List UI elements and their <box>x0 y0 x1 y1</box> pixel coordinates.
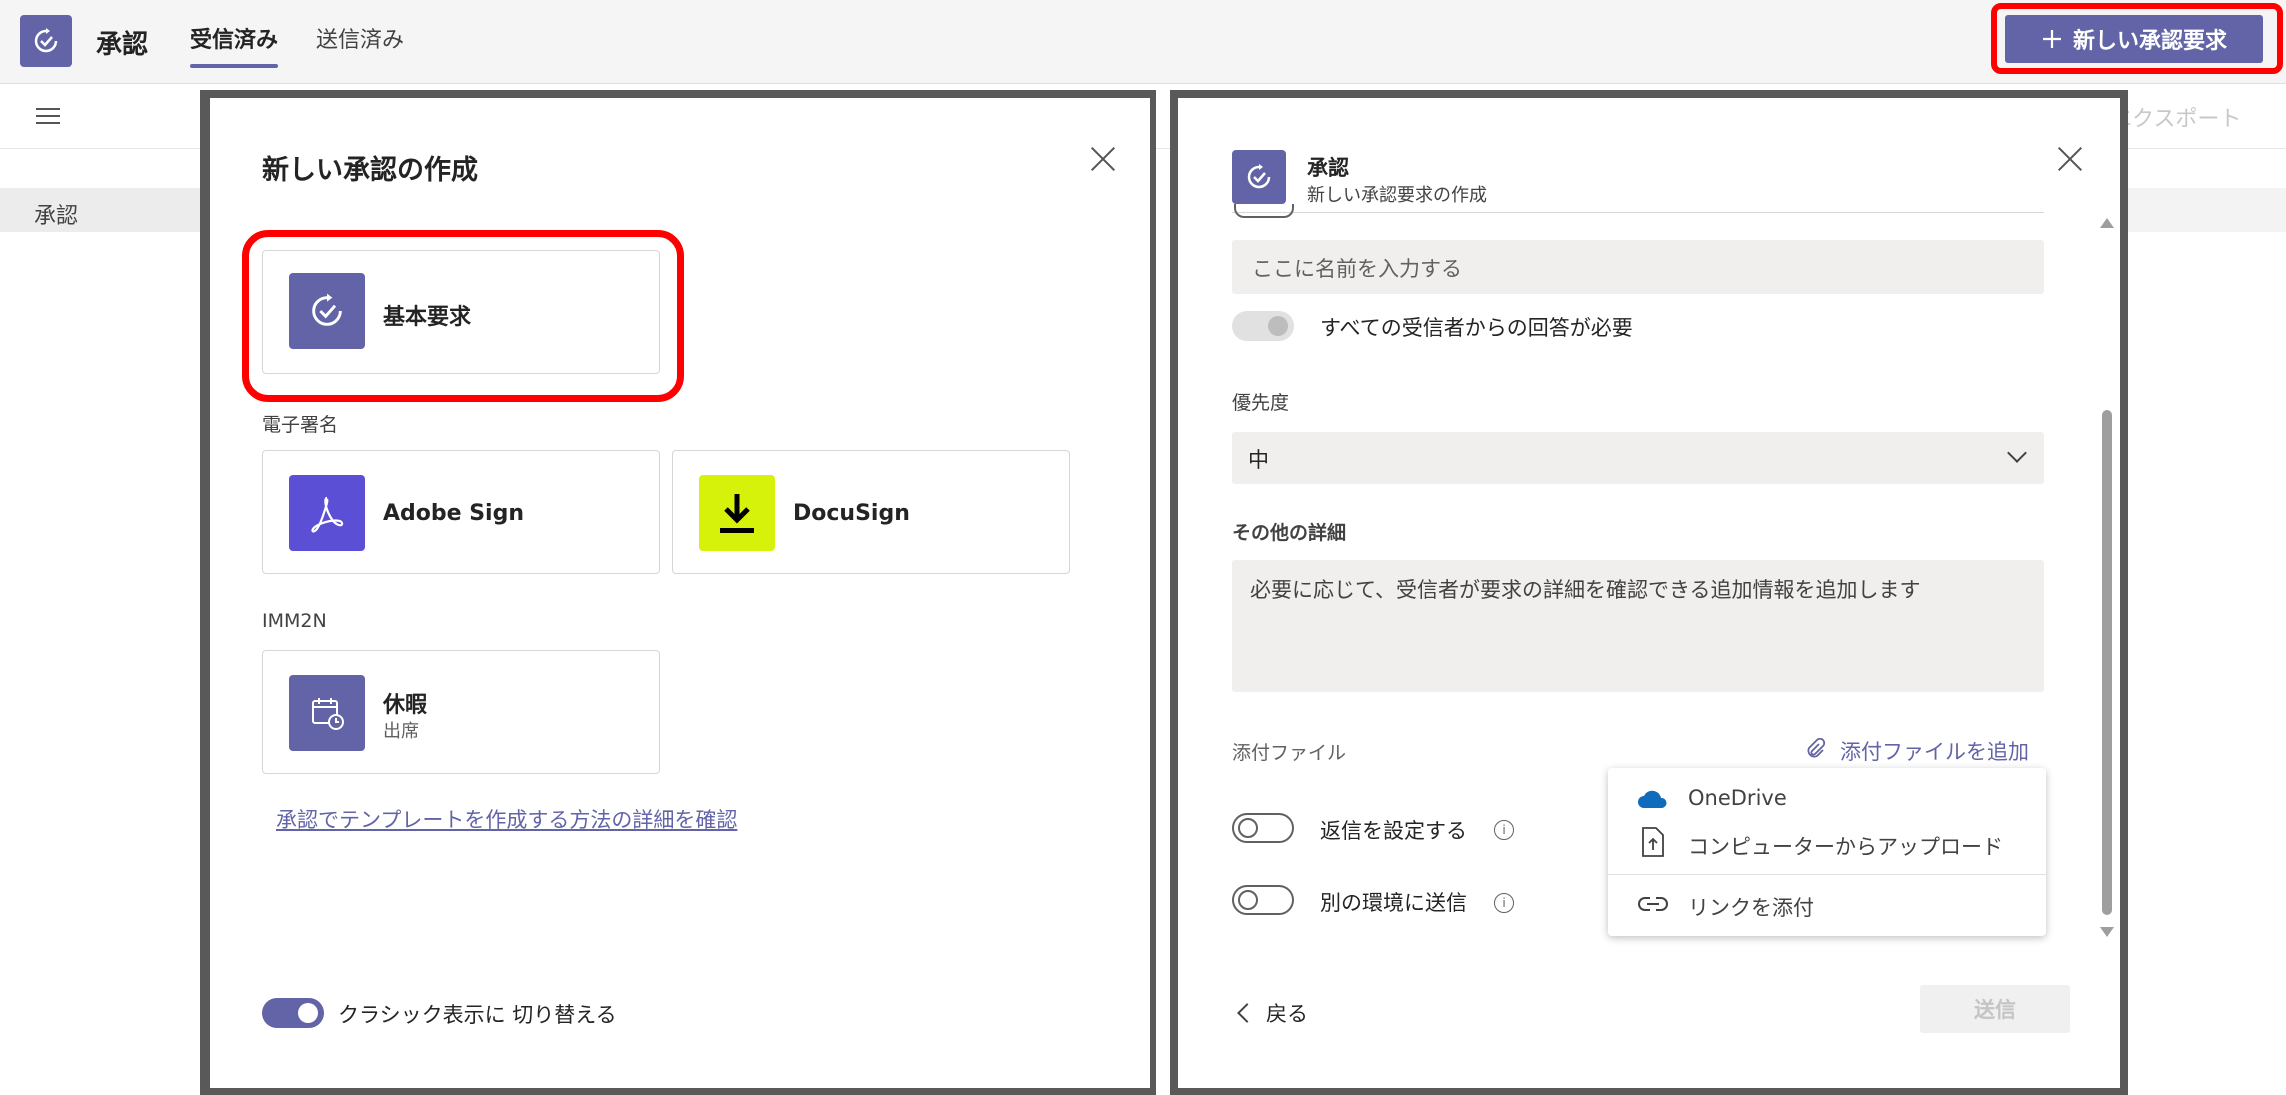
docusign-card[interactable]: DocuSign <box>672 450 1070 574</box>
send-button[interactable]: 送信 <box>1920 985 2070 1033</box>
export-button[interactable]: エクスポート <box>2110 101 2241 133</box>
esign-section-label: 電子署名 <box>262 414 339 436</box>
create-approval-dialog: 新しい承認の作成 基本要求 電子署名 Adobe Sign DocuSign I… <box>210 98 1150 1088</box>
scroll-down-arrow[interactable] <box>2100 927 2114 937</box>
dialog-title: 新しい承認の作成 <box>262 155 478 186</box>
adobe-sign-card[interactable]: Adobe Sign <box>262 450 660 574</box>
tab-received[interactable]: 受信済み <box>190 22 278 54</box>
back-button[interactable]: 戻る <box>1266 998 1308 1028</box>
sidebar-item-approvals[interactable] <box>0 188 200 232</box>
right-dialog-subtitle: 新しい承認要求の作成 <box>1307 185 1487 206</box>
name-input[interactable]: ここに名前を入力する <box>1232 240 2044 294</box>
calendar-clock-icon <box>289 675 365 751</box>
approvals-app-icon <box>1232 150 1286 204</box>
header-divider <box>1232 212 2044 213</box>
leave-sublabel: 出席 <box>383 721 419 742</box>
priority-value: 中 <box>1248 448 1269 472</box>
leave-card[interactable]: 休暇 出席 <box>262 650 660 774</box>
leave-label: 休暇 <box>383 693 428 718</box>
chevron-down-icon <box>2007 443 2027 463</box>
scroll-up-arrow[interactable] <box>2100 218 2114 228</box>
other-environment-toggle[interactable] <box>1232 885 1294 915</box>
menu-item-link[interactable]: リンクを添付 <box>1688 892 1814 922</box>
app-title: 承認 <box>96 30 149 60</box>
close-icon[interactable] <box>1090 146 1116 172</box>
highlight-box <box>242 230 684 402</box>
new-request-label: 新しい承認要求 <box>2072 29 2227 54</box>
priority-label: 優先度 <box>1232 392 1290 414</box>
active-tab-indicator <box>190 64 278 68</box>
new-request-button[interactable]: 新しい承認要求 <box>2005 15 2263 63</box>
imm2n-section-label: IMM2N <box>262 610 327 632</box>
menu-item-onedrive[interactable]: OneDrive <box>1688 786 1787 810</box>
require-all-label: すべての受信者からの回答が必要 <box>1320 316 1633 340</box>
docusign-label: DocuSign <box>793 501 910 526</box>
attachments-label: 添付ファイル <box>1232 742 1347 764</box>
template-help-link[interactable]: 承認でテンプレートを作成する方法の詳細を確認 <box>276 804 737 834</box>
link-icon <box>1638 897 1668 911</box>
other-environment-label: 別の環境に送信 <box>1320 891 1467 915</box>
close-icon[interactable] <box>2057 146 2083 172</box>
plus-icon <box>2042 30 2061 48</box>
sidebar-item-label: 承認 <box>34 204 79 229</box>
reply-toggle[interactable] <box>1232 813 1294 843</box>
menu-item-upload[interactable]: コンピューターからアップロード <box>1688 831 2003 861</box>
info-icon[interactable]: i <box>1494 893 1514 913</box>
classic-view-label: クラシック表示に 切り替える <box>338 1003 617 1027</box>
upload-file-icon <box>1642 827 1664 857</box>
add-attachment-link[interactable]: 添付ファイルを追加 <box>1804 736 2044 764</box>
attachment-menu: OneDrive コンピューターからアップロード リンクを添付 <box>1608 768 2046 936</box>
menu-divider <box>1608 874 2046 875</box>
details-label: その他の詳細 <box>1232 522 1347 544</box>
adobe-sign-icon <box>289 475 365 551</box>
right-dialog-title: 承認 <box>1307 156 1349 180</box>
details-placeholder: 必要に応じて、受信者が要求の詳細を確認できる追加情報を追加します <box>1250 578 1921 602</box>
details-textarea[interactable]: 必要に応じて、受信者が要求の詳細を確認できる追加情報を追加します <box>1232 560 2044 692</box>
approvals-app-icon <box>20 15 72 67</box>
docusign-download-icon <box>699 475 775 551</box>
priority-dropdown[interactable]: 中 <box>1232 432 2044 484</box>
list-header-strip <box>2118 188 2286 232</box>
add-attachment-label: 添付ファイルを追加 <box>1840 740 2029 764</box>
scrollbar-thumb[interactable] <box>2102 410 2112 915</box>
adobe-sign-label: Adobe Sign <box>383 501 525 526</box>
classic-view-toggle[interactable] <box>262 998 324 1028</box>
clipped-toggle[interactable] <box>1234 204 1294 218</box>
require-all-toggle[interactable] <box>1232 311 1294 341</box>
paperclip-icon <box>1807 738 1826 758</box>
onedrive-icon <box>1638 790 1667 808</box>
reply-label: 返信を設定する <box>1320 819 1467 843</box>
name-placeholder: ここに名前を入力する <box>1252 257 1462 281</box>
tab-sent[interactable]: 送信済み <box>316 22 404 54</box>
hamburger-menu-icon[interactable] <box>36 108 60 124</box>
top-bar: 承認 受信済み 送信済み 新しい承認要求 <box>0 0 2286 84</box>
info-icon[interactable]: i <box>1494 820 1514 840</box>
